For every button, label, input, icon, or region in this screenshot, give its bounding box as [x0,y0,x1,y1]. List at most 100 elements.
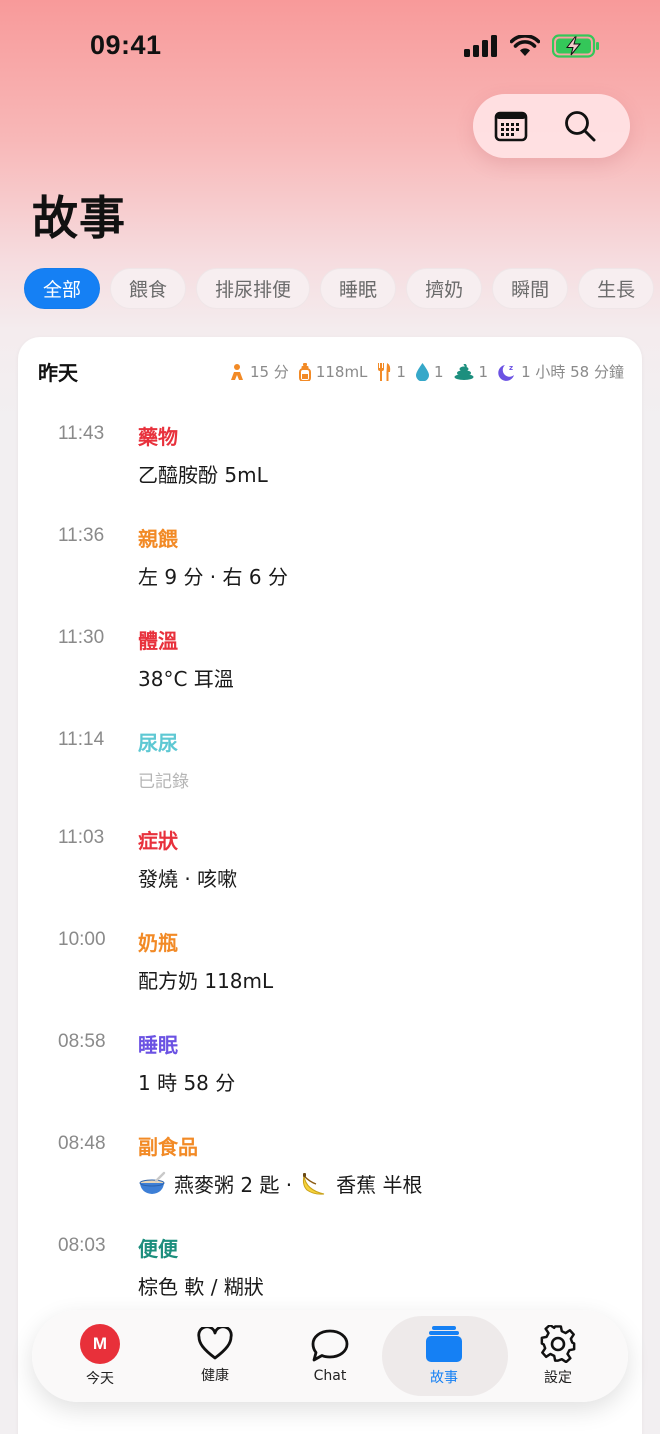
timeline-entry[interactable]: 10:00 奶瓶 配方奶 118mL [18,929,642,1019]
entry-detail-text: 棕色 軟 / 糊狀 [138,1275,264,1299]
tab-label: Chat [313,1368,347,1384]
summary-sleep-text: 1 小時 58 分鐘 [521,363,624,381]
summary-poop-text: 1 [478,362,489,381]
search-button[interactable] [562,108,598,144]
entry-detail: 38°C 耳溫 [138,663,234,692]
pump-icon [230,363,243,380]
entry-detail: 1 時 58 分 [138,1067,235,1096]
timeline-entry[interactable]: 11:03 症狀 發燒 · 咳嗽 [18,827,642,917]
tab-label: 故事 [430,1370,458,1386]
tab-settings[interactable]: 設定 [503,1310,613,1402]
entry-detail: 左 9 分 · 右 6 分 [138,561,288,590]
entry-type: 親餵 [138,527,178,551]
battery-charging-icon [552,34,599,58]
timeline-entry[interactable]: 08:48 副食品 燕麥粥 2 匙 · 香蕉 半根 [18,1133,642,1223]
entry-detail: 燕麥粥 2 匙 · 香蕉 半根 [138,1169,423,1198]
entry-type: 副食品 [138,1135,198,1159]
entry-time: 11:43 [58,423,105,444]
banana-icon [300,1170,328,1198]
entry-type: 睡眠 [138,1033,178,1057]
top-actions [473,94,630,158]
page-title: 故事 [32,191,126,245]
utensils-icon [378,362,391,381]
entry-time: 10:00 [58,929,106,950]
search-icon [565,111,596,142]
tab-label: 健康 [201,1368,229,1384]
calendar-button[interactable] [493,108,529,144]
tab-today[interactable]: M 今天 [45,1310,155,1402]
entry-type: 尿尿 [138,731,178,755]
poop-icon [454,363,474,380]
entry-detail-text: 1 時 58 分 [138,1071,236,1095]
status-bar: 09:41 [0,0,660,96]
filter-chip-all[interactable]: 全部 [24,268,101,309]
entry-type: 奶瓶 [138,931,178,955]
entry-type: 便便 [138,1237,178,1261]
timeline-entry[interactable]: 11:30 體溫 38°C 耳溫 [18,627,642,717]
timeline-entry[interactable]: 11:36 親餵 左 9 分 · 右 6 分 [18,525,642,615]
entry-time: 11:30 [58,627,105,648]
entry-type: 體溫 [138,629,178,653]
avatar: M [80,1324,120,1364]
entry-detail-text: 38°C 耳溫 [138,667,234,691]
filter-chip-pumping[interactable]: 擠奶 [406,268,483,309]
stack-icon [426,1326,462,1362]
day-summary: 15 分 118mL 1 1 1 z 1 小時 58 分鐘 [229,361,624,382]
summary-pee-text: 1 [433,362,444,381]
timeline-entry[interactable]: 11:43 藥物 乙醯胺酚 5mL [18,423,642,513]
entry-detail: 乙醯胺酚 5mL [138,459,268,488]
tab-bar: M 今天 健康 Chat 故事 設定 [32,1310,628,1402]
tab-stories[interactable]: 故事 [389,1310,499,1402]
status-time: 09:41 [90,30,162,60]
entry-time: 11:03 [58,827,105,848]
summary-bottle: 118mL [298,362,368,381]
svg-text:z: z [509,364,513,372]
moon-icon: z [498,364,515,381]
day-header: 昨天 15 分 118mL 1 1 1 z 1 小時 58 分鐘 [38,357,624,386]
entry-detail-text: 乙醯胺酚 5mL [138,463,268,487]
timeline-card: 昨天 15 分 118mL 1 1 1 z 1 小時 58 分鐘 11:43 藥… [18,337,642,1434]
tab-label: 設定 [544,1370,572,1386]
filter-chip-diaper[interactable]: 排尿排便 [196,268,311,309]
tab-chat[interactable]: Chat [275,1310,385,1402]
filter-chip-moments[interactable]: 瞬間 [492,268,569,309]
summary-sleep: z 1 小時 58 分鐘 [498,361,624,382]
tab-health[interactable]: 健康 [160,1310,270,1402]
signal-icon [464,35,497,57]
entry-detail: 已記錄 [138,767,189,792]
entry-detail-text: 左 9 分 · 右 6 分 [138,565,288,589]
entry-detail: 配方奶 118mL [138,965,273,994]
entry-detail-text: 燕麥粥 2 匙 · [174,1173,293,1197]
bowl-icon [138,1170,166,1198]
summary-pumping-text: 15 分 [249,363,289,381]
entry-time: 11:14 [58,729,105,750]
entry-time: 08:58 [58,1031,106,1052]
timeline-entry[interactable]: 11:14 尿尿 已記錄 [18,729,642,819]
entry-time: 08:03 [58,1235,106,1256]
entry-type: 症狀 [138,829,178,853]
entry-detail-text: 已記錄 [138,772,189,792]
summary-bottle-text: 118mL [315,362,368,381]
timeline-entry[interactable]: 08:58 睡眠 1 時 58 分 [18,1031,642,1121]
summary-pumping: 15 分 [229,361,289,382]
gear-icon [540,1325,576,1363]
entry-type: 藥物 [138,425,178,449]
entry-detail-text: 配方奶 118mL [138,969,274,993]
entry-detail: 發燒 · 咳嗽 [138,863,237,892]
entry-time: 08:48 [58,1133,106,1154]
filter-chips: 全部 餵食 排尿排便 睡眠 擠奶 瞬間 生長 [24,268,655,309]
calendar-icon [494,111,528,142]
bottle-icon [298,362,311,381]
heart-icon [197,1327,233,1360]
filter-chip-feeding[interactable]: 餵食 [110,268,187,309]
entry-detail-text: 香蕉 半根 [336,1173,423,1197]
filter-chip-sleep[interactable]: 睡眠 [320,268,397,309]
entry-detail-text: 發燒 · 咳嗽 [138,867,238,891]
status-icons [464,34,600,58]
day-label: 昨天 [38,361,78,385]
chat-icon [311,1329,349,1362]
summary-solids-text: 1 [396,362,406,381]
tab-label: 今天 [86,1371,114,1387]
filter-chip-growth[interactable]: 生長 [578,268,655,309]
summary-pee: 1 [415,362,444,381]
